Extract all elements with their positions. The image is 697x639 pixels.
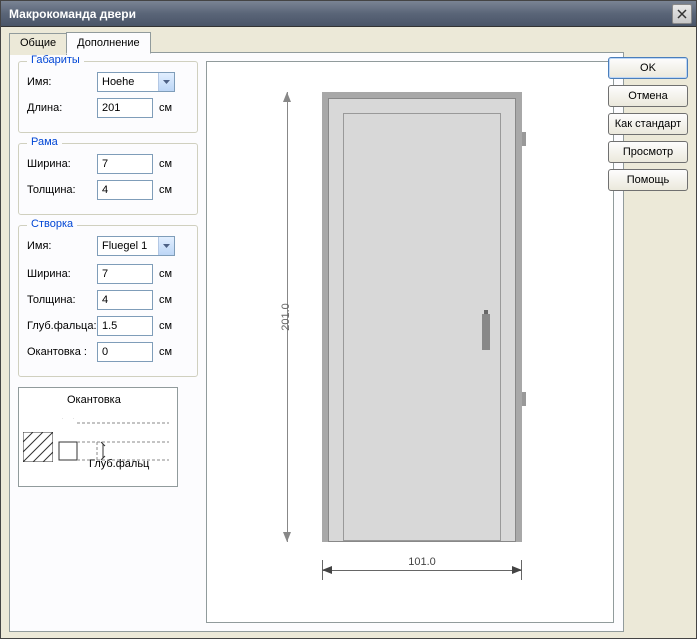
ok-button[interactable]: OK [608, 57, 688, 79]
leaf-thick-unit: см [159, 294, 172, 306]
dialog-window: Макрокоманда двери Общие Дополнение Габа… [0, 0, 697, 639]
close-icon [677, 9, 687, 19]
vertical-dim-value: 201.0 [280, 303, 292, 331]
default-button[interactable]: Как стандарт [608, 113, 688, 135]
content-area: Общие Дополнение Габариты Имя: Hoehe Дли… [9, 31, 688, 630]
leaf-width-unit: см [159, 268, 172, 280]
mini-diagram: Окантовка [18, 387, 178, 487]
tab-addition[interactable]: Дополнение [66, 32, 150, 54]
left-column: Габариты Имя: Hoehe Длина: см [18, 61, 198, 487]
leaf-rebate-label: Глуб.фальца: [27, 320, 97, 332]
arrow-right-icon [512, 566, 522, 574]
preview-canvas: 201.0 101.0 [227, 82, 593, 602]
dim-length-input[interactable] [97, 98, 153, 118]
chevron-down-icon [158, 73, 174, 91]
mini-edging-label: Окантовка [67, 394, 121, 406]
leaf-edging-unit: см [159, 346, 172, 358]
group-frame: Рама Ширина: см Толщина: см [18, 143, 198, 215]
group-frame-title: Рама [27, 136, 62, 148]
button-column: OK Отмена Как стандарт Просмотр Помощь [608, 57, 688, 191]
window-title: Макрокоманда двери [9, 7, 136, 21]
frame-width-label: Ширина: [27, 158, 97, 170]
leaf-name-label: Имя: [27, 240, 97, 252]
mini-rebate-label: Глуб.фальц [89, 458, 149, 470]
close-button[interactable] [672, 4, 692, 24]
door-gap-graphic [328, 98, 516, 542]
door-preview: 201.0 101.0 [206, 61, 614, 623]
frame-width-input[interactable] [97, 154, 153, 174]
dim-length-unit: см [159, 102, 172, 114]
titlebar: Макрокоманда двери [1, 1, 696, 27]
arrow-down-icon [283, 532, 291, 542]
hinge-icon [522, 392, 526, 406]
arrow-up-icon [283, 92, 291, 102]
tab-panel: Габариты Имя: Hoehe Длина: см [9, 52, 624, 632]
leaf-name-value: Fluegel 1 [102, 240, 147, 252]
dim-length-label: Длина: [27, 102, 97, 114]
group-dimensions-title: Габариты [27, 54, 84, 66]
leaf-edging-label: Окантовка : [27, 346, 97, 358]
group-dimensions: Габариты Имя: Hoehe Длина: см [18, 61, 198, 133]
hinge-icon [522, 132, 526, 146]
dim-name-value: Hoehe [102, 76, 134, 88]
chevron-down-icon [158, 237, 174, 255]
preview-button[interactable]: Просмотр [608, 141, 688, 163]
group-leaf: Створка Имя: Fluegel 1 Ширина: см [18, 225, 198, 377]
leaf-thick-input[interactable] [97, 290, 153, 310]
frame-thick-input[interactable] [97, 180, 153, 200]
frame-thick-unit: см [159, 184, 172, 196]
help-button[interactable]: Помощь [608, 169, 688, 191]
leaf-rebate-input[interactable] [97, 316, 153, 336]
leaf-width-input[interactable] [97, 264, 153, 284]
horizontal-dim-value: 101.0 [404, 556, 440, 568]
leaf-edging-input[interactable] [97, 342, 153, 362]
frame-width-unit: см [159, 158, 172, 170]
leaf-rebate-unit: см [159, 320, 172, 332]
cancel-button[interactable]: Отмена [608, 85, 688, 107]
group-leaf-title: Створка [27, 218, 77, 230]
door-handle-icon [482, 314, 490, 350]
frame-thick-label: Толщина: [27, 184, 97, 196]
dim-name-label: Имя: [27, 76, 97, 88]
arrow-left-icon [322, 566, 332, 574]
leaf-width-label: Ширина: [27, 268, 97, 280]
tab-strip: Общие Дополнение [9, 31, 150, 53]
vertical-dimension: 201.0 [277, 92, 278, 542]
leaf-name-combo[interactable]: Fluegel 1 [97, 236, 175, 256]
dim-name-combo[interactable]: Hoehe [97, 72, 175, 92]
leaf-thick-label: Толщина: [27, 294, 97, 306]
tab-general[interactable]: Общие [9, 33, 67, 55]
door-frame-graphic [322, 92, 522, 542]
door-leaf-graphic [343, 113, 501, 541]
horizontal-dimension: 101.0 [322, 560, 522, 580]
